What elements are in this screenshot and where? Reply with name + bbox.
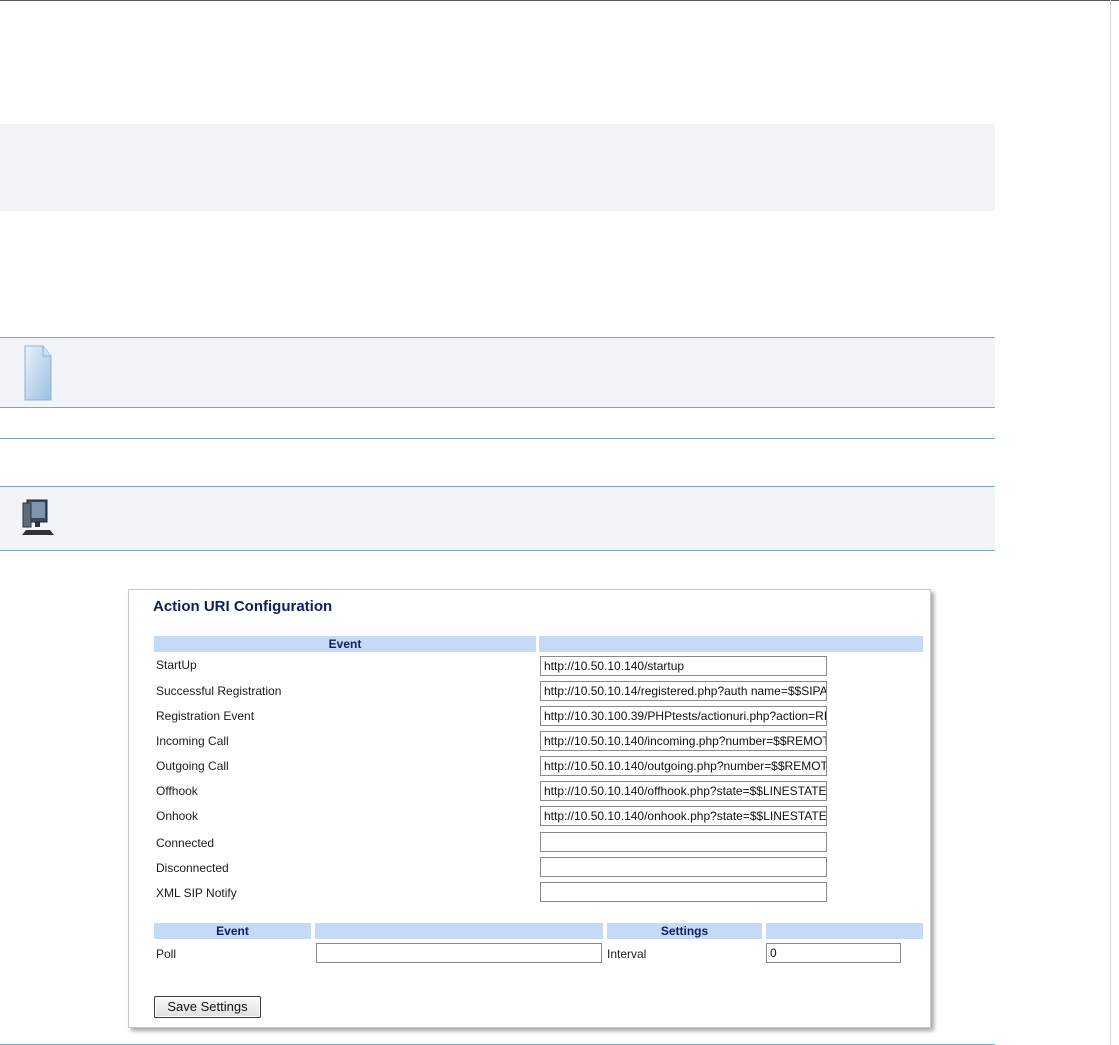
successful-registration-uri-field[interactable]: http://10.50.10.14/registered.php?auth n… bbox=[540, 681, 827, 701]
interval-label: Interval bbox=[607, 947, 647, 961]
incoming-call-uri-field[interactable]: http://10.50.10.140/incoming.php?number=… bbox=[540, 731, 827, 751]
side-rule bbox=[1110, 0, 1111, 1045]
value-column-header bbox=[539, 636, 923, 652]
outgoing-call-uri-field[interactable]: http://10.50.10.140/outgoing.php?number=… bbox=[540, 756, 827, 776]
settings-value-header bbox=[766, 923, 923, 939]
event-column-header: Event bbox=[154, 636, 536, 652]
disconnected-uri-field[interactable] bbox=[540, 857, 827, 877]
xml-sip-notify-uri-field[interactable] bbox=[540, 882, 827, 902]
event-label: Disconnected bbox=[156, 861, 229, 875]
action-uri-panel: Action URI Configuration Event StartUp h… bbox=[128, 589, 931, 1028]
onhook-uri-field[interactable]: http://10.50.10.140/onhook.php?state=$$L… bbox=[540, 806, 827, 826]
event-label: Connected bbox=[156, 836, 215, 850]
event-label: Offhook bbox=[156, 784, 198, 798]
divider-line bbox=[0, 438, 995, 439]
document-icon bbox=[24, 345, 52, 401]
poll-label: Poll bbox=[156, 947, 177, 961]
note-band bbox=[0, 337, 995, 408]
event-label: XML SIP Notify bbox=[156, 886, 237, 900]
event-label: Onhook bbox=[156, 809, 199, 823]
save-settings-button[interactable]: Save Settings bbox=[154, 996, 261, 1018]
event-label: Incoming Call bbox=[156, 734, 229, 748]
settings-header: Settings bbox=[607, 923, 762, 939]
event-label: Outgoing Call bbox=[156, 759, 229, 773]
computer-icon bbox=[22, 499, 54, 535]
startup-uri-field[interactable]: http://10.50.10.140/startup bbox=[540, 656, 827, 676]
screen-band bbox=[0, 486, 995, 551]
offhook-uri-field[interactable]: http://10.50.10.140/offhook.php?state=$$… bbox=[540, 781, 827, 801]
registration-event-uri-field[interactable]: http://10.30.100.39/PHPtests/actionuri.p… bbox=[540, 706, 827, 726]
connected-uri-field[interactable] bbox=[540, 832, 827, 852]
grey-info-band bbox=[0, 124, 995, 211]
poll-uri-field[interactable] bbox=[316, 943, 602, 963]
event-label: StartUp bbox=[156, 658, 197, 672]
event-label: Registration Event bbox=[156, 709, 255, 723]
poll-value-header bbox=[315, 923, 603, 939]
panel-title: Action URI Configuration bbox=[153, 598, 333, 615]
event-label: Successful Registration bbox=[156, 684, 282, 698]
poll-event-header: Event bbox=[154, 923, 311, 939]
interval-field[interactable]: 0 bbox=[766, 943, 901, 963]
top-rule bbox=[0, 0, 1119, 1]
